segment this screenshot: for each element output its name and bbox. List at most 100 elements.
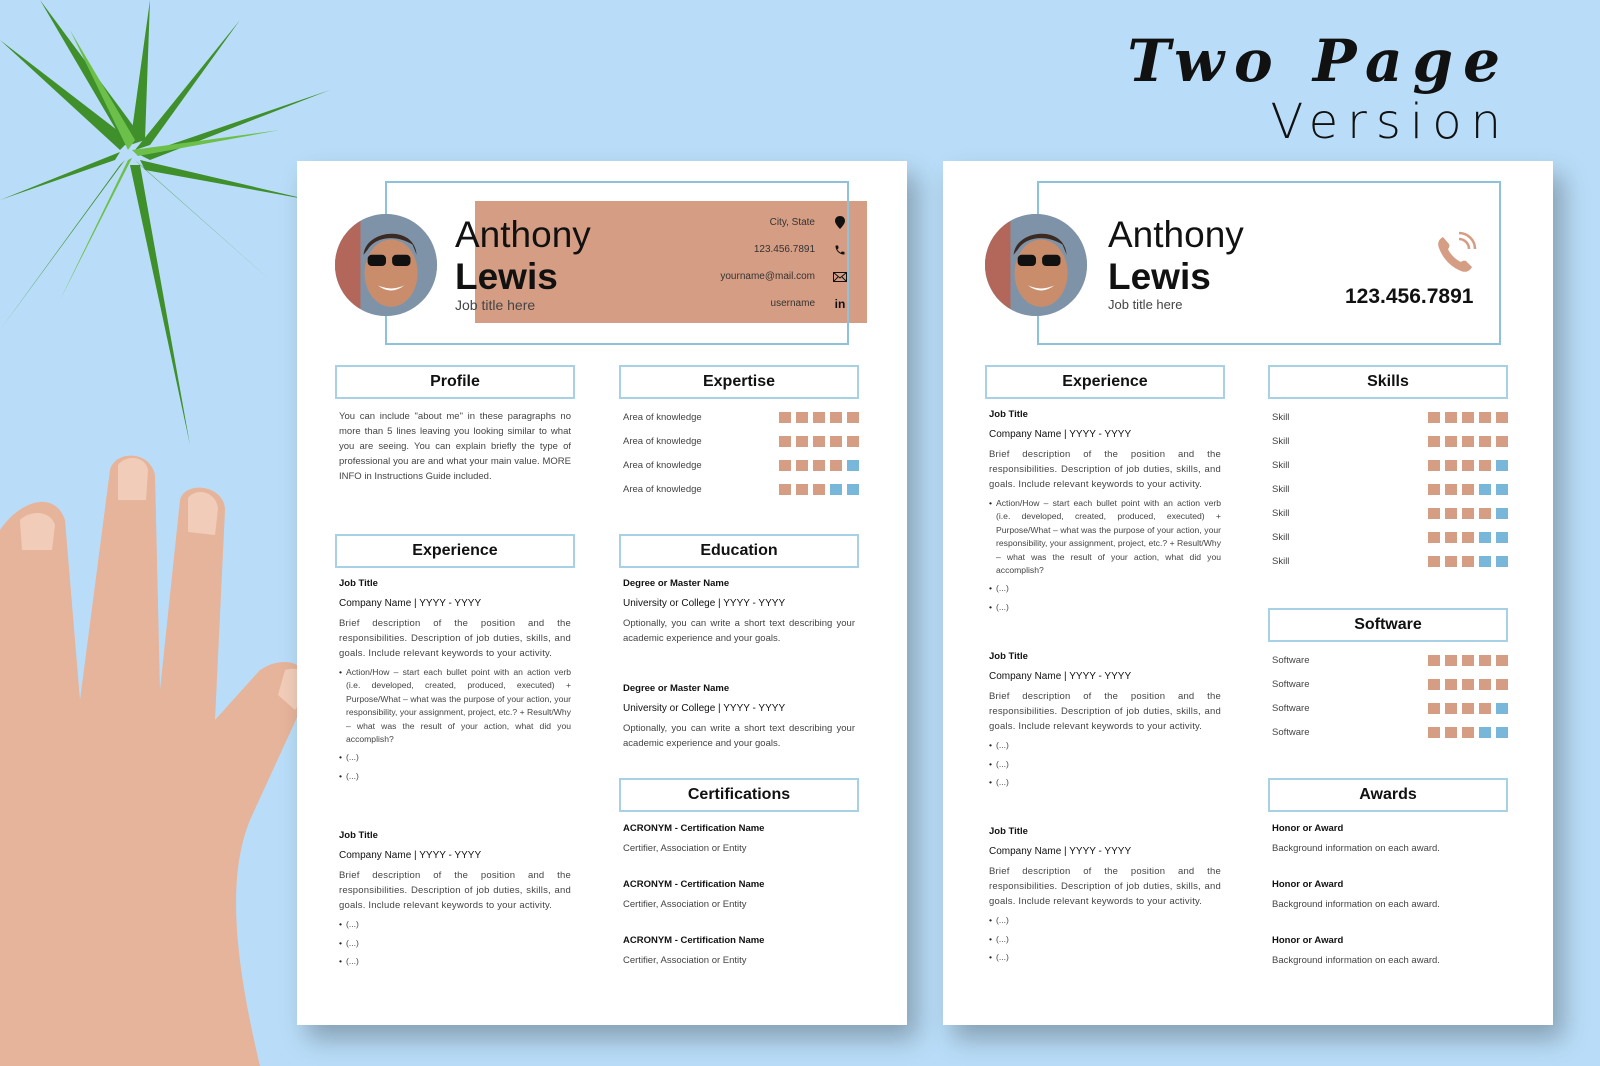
headline: Two Page Version (1127, 28, 1510, 150)
expertise-item: Area of knowledge (623, 453, 859, 477)
rating-dot-filled (847, 435, 859, 447)
skill-item: Skill (1272, 453, 1508, 477)
job-title-text: Job Title (989, 826, 1028, 838)
job-bullet: (...) (339, 955, 571, 969)
education-text: Optionally, you can write a short text d… (623, 618, 855, 644)
rating-dot-filled (796, 459, 808, 471)
rating-dot-empty (1479, 726, 1491, 738)
rating-dot-filled (1479, 702, 1491, 714)
award-text: Background information on each award. (1272, 843, 1440, 854)
award-text: Background information on each award. (1272, 899, 1440, 910)
contact-linkedin-text: username (770, 298, 815, 309)
rating-dot-filled (1479, 507, 1491, 519)
education-section: Degree or Master Name University or Coll… (623, 576, 855, 756)
rating-dots (1428, 507, 1508, 519)
headline-two-page: Two Page (1127, 27, 1510, 95)
job-title: Job title here (455, 297, 536, 313)
skill-item: Skill (1272, 501, 1508, 525)
expertise-item: Area of knowledge (623, 429, 859, 453)
job-bullet: (...) (989, 582, 1221, 596)
avatar (335, 214, 437, 316)
contact-email: yourname@mail.com (667, 263, 847, 290)
rating-dots (1428, 702, 1508, 714)
plant-decoration (0, 0, 330, 445)
software-label: Software (1272, 726, 1310, 738)
contact-linkedin: username in (667, 290, 847, 317)
job-company: Company Name | YYYY - YYYY (989, 671, 1132, 683)
expertise-label: Area of knowledge (623, 483, 702, 495)
rating-dot-filled (1462, 654, 1474, 666)
rating-dot-filled (1445, 435, 1457, 447)
job-title-text: Job Title (339, 578, 378, 589)
rating-dot-empty (1496, 459, 1508, 471)
rating-dot-filled (1428, 459, 1440, 471)
certification-issuer: Certifier, Association or Entity (623, 955, 747, 966)
rating-dot-filled (779, 483, 791, 495)
rating-dot-filled (796, 435, 808, 447)
rating-dots (779, 483, 859, 495)
award-entry: Honor or Award Background information on… (1272, 933, 1504, 968)
education-entry: Degree or Master Name University or Coll… (623, 681, 855, 751)
awards-section: Honor or Award Background information on… (1272, 821, 1504, 973)
job-bullet: Action/How – start each bullet point wit… (339, 666, 571, 746)
certification-issuer: Certifier, Association or Entity (623, 899, 747, 910)
rating-dot-empty (1479, 531, 1491, 543)
rating-dot-filled (1496, 678, 1508, 690)
contact-list: City, State 123.456.7891 yourname@mail.c… (667, 209, 847, 317)
job-title: Job title here (1108, 297, 1183, 312)
rating-dot-filled (1496, 411, 1508, 423)
education-entry: Degree or Master Name University or Coll… (623, 576, 855, 646)
job-description: Brief description of the position and th… (989, 691, 1221, 733)
award-text: Background information on each award. (1272, 955, 1440, 966)
rating-dot-filled (1445, 702, 1457, 714)
job-description: Brief description of the position and th… (989, 449, 1221, 490)
job-description: Brief description of the position and th… (339, 618, 571, 659)
software-label: Software (1272, 654, 1310, 666)
location-pin-icon (833, 216, 847, 230)
expertise-list: Area of knowledge Area of knowledge Area… (623, 405, 859, 501)
school-name: University or College | YYYY - YYYY (623, 703, 786, 714)
skill-item: Skill (1272, 525, 1508, 549)
rating-dots (1428, 411, 1508, 423)
section-title-education: Education (619, 534, 859, 568)
software-item: Software (1272, 720, 1508, 744)
phone-icon (1438, 231, 1477, 272)
rating-dot-filled (1462, 435, 1474, 447)
skill-label: Skill (1272, 411, 1290, 423)
degree-name: Degree or Master Name (623, 683, 730, 694)
award-name: Honor or Award (1272, 823, 1344, 834)
job-bullets: (...) (...) (...) (339, 918, 571, 969)
rating-dot-empty (1496, 702, 1508, 714)
software-label: Software (1272, 678, 1310, 690)
first-name: Anthony (455, 214, 591, 255)
rating-dot-filled (830, 435, 842, 447)
rating-dots (779, 435, 859, 447)
rating-dot-filled (1462, 507, 1474, 519)
job-description: Brief description of the position and th… (989, 866, 1221, 908)
expertise-item: Area of knowledge (623, 477, 859, 501)
job-entry: Job Title Company Name | YYYY - YYYY Bri… (989, 649, 1221, 790)
rating-dot-filled (1428, 555, 1440, 567)
rating-dot-filled (1428, 435, 1440, 447)
job-description: Brief description of the position and th… (339, 870, 571, 912)
rating-dot-filled (847, 411, 859, 423)
rating-dot-filled (1445, 483, 1457, 495)
certification-name: ACRONYM - Certification Name (623, 823, 765, 834)
skills-list: Skill Skill Skill Skill Skill Skill Skil… (1272, 405, 1508, 573)
job-bullet: (...) (339, 770, 571, 784)
job-bullet: (...) (339, 937, 571, 951)
experience-section: Job Title Company Name | YYYY - YYYY Bri… (989, 407, 1221, 970)
software-item: Software (1272, 648, 1508, 672)
headline-version: Version (1270, 94, 1510, 150)
phone-number: 123.456.7891 (1345, 285, 1474, 308)
rating-dot-filled (830, 459, 842, 471)
degree-name: Degree or Master Name (623, 578, 730, 589)
rating-dot-empty (1496, 483, 1508, 495)
rating-dot-filled (813, 459, 825, 471)
job-entry: Job Title Company Name | YYYY - YYYY Bri… (339, 828, 571, 969)
hand-decoration (0, 455, 310, 1066)
rating-dots (779, 411, 859, 423)
contact-phone: 123.456.7891 (667, 236, 847, 263)
rating-dot-filled (1479, 678, 1491, 690)
certification-entry: ACRONYM - Certification Name Certifier, … (623, 821, 855, 856)
